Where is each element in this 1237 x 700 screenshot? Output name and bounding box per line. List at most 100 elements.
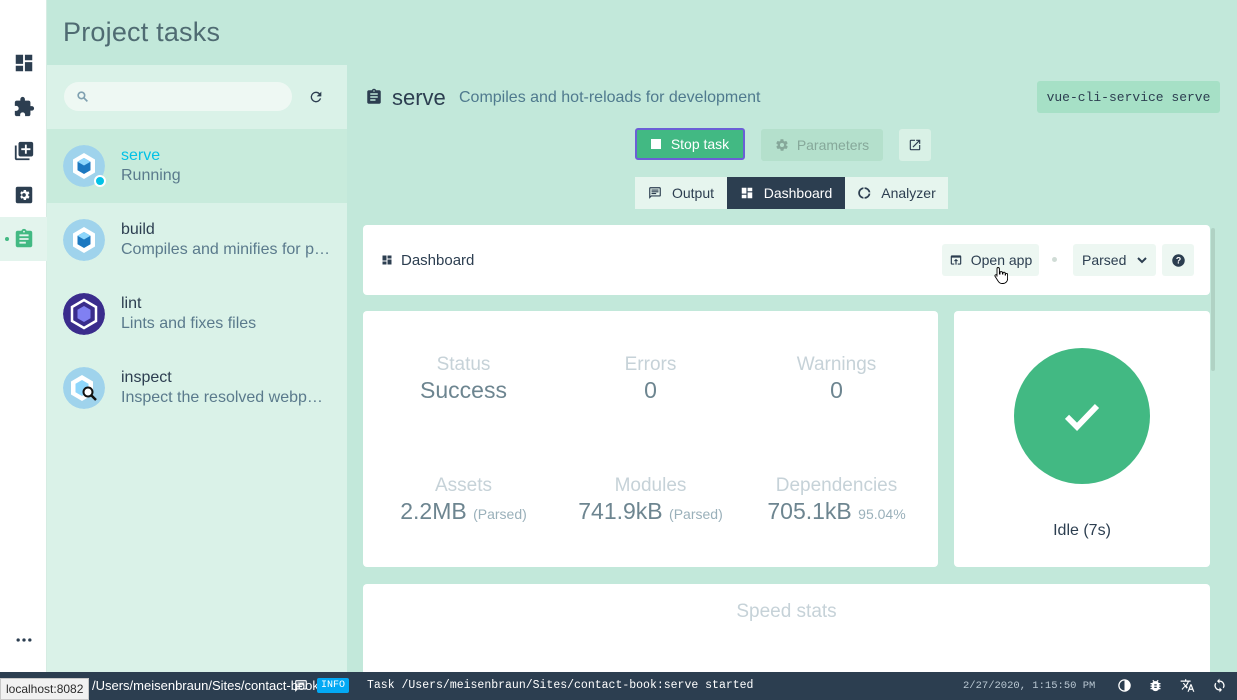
- inspect-icon: [63, 367, 105, 409]
- dashboard-scrollbar[interactable]: [1211, 228, 1215, 371]
- idle-status-text: Idle (7s): [1053, 522, 1111, 539]
- stat-label: Status: [436, 354, 491, 375]
- more-button[interactable]: [0, 622, 47, 658]
- clipboard-icon: [367, 88, 381, 104]
- stat-number: 2.2MB: [400, 498, 467, 524]
- open-in-new-icon: [909, 139, 921, 151]
- open-external-button[interactable]: [899, 129, 931, 161]
- task-description: Running: [121, 167, 181, 184]
- task-item-lint[interactable]: lint Lints and fixes files: [47, 277, 347, 351]
- task-title: serve: [392, 85, 446, 110]
- help-button[interactable]: ?: [1162, 244, 1194, 276]
- parameters-label: Parameters: [796, 137, 870, 153]
- stat-number: 705.1kB: [767, 498, 852, 524]
- nav-dashboard-button[interactable]: [0, 41, 47, 85]
- stat-modules: Modules 741.9kB (Parsed): [558, 475, 743, 525]
- view-tabs: Output Dashboard Analyzer: [635, 177, 948, 209]
- size-mode-value: Parsed: [1082, 252, 1127, 268]
- nav-dependencies-button[interactable]: [0, 129, 47, 173]
- stat-value: 2.2MB (Parsed): [371, 498, 556, 525]
- tab-label: Dashboard: [763, 185, 833, 201]
- tab-dashboard[interactable]: Dashboard: [727, 177, 845, 209]
- configuration-icon: [15, 186, 32, 204]
- log-message[interactable]: Task /Users/meisenbraun/Sites/contact-bo…: [367, 679, 753, 692]
- tab-output[interactable]: Output: [635, 177, 727, 209]
- stat-errors: Errors 0: [558, 354, 743, 404]
- stat-suffix: 95.04%: [858, 506, 906, 522]
- eslint-icon: [63, 293, 105, 335]
- stat-value: 741.9kB (Parsed): [558, 498, 743, 525]
- stat-label: Dependencies: [775, 475, 898, 496]
- task-description: Compiles and minifies for production: [121, 241, 331, 258]
- search-box[interactable]: [64, 82, 292, 111]
- search-icon: [77, 91, 88, 102]
- webpack-icon: [63, 219, 105, 261]
- status-bar: /Users/meisenbraun/Sites/contact-book IN…: [0, 672, 1237, 700]
- page-title: Project tasks: [63, 17, 221, 47]
- stat-value: 0: [830, 377, 843, 403]
- task-description: Inspect the resolved webpack config: [121, 389, 331, 406]
- search-input[interactable]: [98, 82, 284, 111]
- page-header: Project tasks: [47, 0, 1237, 65]
- task-item-inspect[interactable]: inspect Inspect the resolved webpack con…: [47, 351, 347, 425]
- translate-icon[interactable]: [1180, 678, 1195, 693]
- dashboard-title: Dashboard: [401, 252, 475, 269]
- size-mode-select[interactable]: Parsed: [1073, 244, 1156, 276]
- task-description: Lints and fixes files: [121, 315, 257, 332]
- sync-icon[interactable]: [1212, 678, 1227, 693]
- nav-tasks-button[interactable]: [0, 217, 47, 261]
- build-status-card: Idle (7s): [954, 311, 1210, 567]
- stat-value: 0: [644, 377, 657, 403]
- stop-task-button[interactable]: Stop task: [635, 128, 745, 160]
- check-icon: [1064, 403, 1100, 432]
- stat-status: Status Success: [371, 354, 556, 404]
- chevron-down-icon: [1137, 257, 1147, 264]
- stat-assets: Assets 2.2MB (Parsed): [371, 475, 556, 525]
- active-indicator: [5, 237, 9, 241]
- task-item-serve[interactable]: serve Running: [47, 129, 347, 203]
- speed-stats-card: Speed stats: [363, 584, 1210, 672]
- refresh-icon: [310, 91, 322, 103]
- help-icon: ?: [1171, 253, 1185, 267]
- task-name: serve: [121, 147, 161, 164]
- separator-dot: [1052, 257, 1057, 262]
- refresh-button[interactable]: [305, 86, 327, 108]
- stat-label: Assets: [434, 475, 493, 496]
- stat-label: Modules: [614, 475, 687, 496]
- success-indicator: [1014, 348, 1150, 484]
- stop-icon: [650, 139, 661, 149]
- bug-icon[interactable]: [1148, 678, 1163, 693]
- dark-mode-icon[interactable]: [1117, 678, 1132, 693]
- running-status-dot: [94, 175, 106, 187]
- task-name: inspect: [121, 369, 172, 386]
- tab-analyzer[interactable]: Analyzer: [845, 177, 948, 209]
- parameters-button[interactable]: Parameters: [761, 129, 883, 161]
- dashboard-icon: [15, 54, 32, 72]
- dashboard-icon: [382, 255, 392, 265]
- nav-configuration-button[interactable]: [0, 173, 47, 217]
- more-icon: [16, 638, 31, 642]
- stop-task-label: Stop task: [670, 136, 730, 152]
- log-level-badge: INFO: [317, 678, 350, 693]
- task-item-build[interactable]: build Compiles and minifies for producti…: [47, 203, 347, 277]
- plugins-icon: [14, 96, 34, 117]
- analyzer-icon: [858, 187, 871, 199]
- dependencies-icon: [14, 141, 33, 161]
- command-badge: vue-cli-service serve: [1037, 81, 1220, 113]
- stat-dependencies: Dependencies 705.1kB 95.04%: [744, 475, 929, 525]
- stat-value: 705.1kB 95.04%: [744, 498, 929, 525]
- stat-value: Success: [420, 377, 507, 403]
- hand-cursor-icon: [994, 267, 1008, 284]
- open-app-button[interactable]: Open app: [942, 244, 1039, 276]
- log-datetime: 2/27/2020, 1:15:50 PM: [963, 680, 1096, 692]
- dashboard-icon: [741, 187, 752, 199]
- log-icon[interactable]: [294, 679, 308, 693]
- speed-stats-title: Speed stats: [736, 601, 837, 622]
- project-path[interactable]: /Users/meisenbraun/Sites/contact-book: [92, 678, 319, 693]
- task-subtitle: Compiles and hot-reloads for development: [459, 89, 761, 106]
- task-detail: serve Compiles and hot-reloads for devel…: [347, 65, 1237, 672]
- task-name: lint: [121, 295, 142, 312]
- stat-warnings: Warnings 0: [744, 354, 929, 404]
- link-url-tooltip: localhost:8082: [0, 678, 90, 700]
- nav-plugins-button[interactable]: [0, 85, 47, 129]
